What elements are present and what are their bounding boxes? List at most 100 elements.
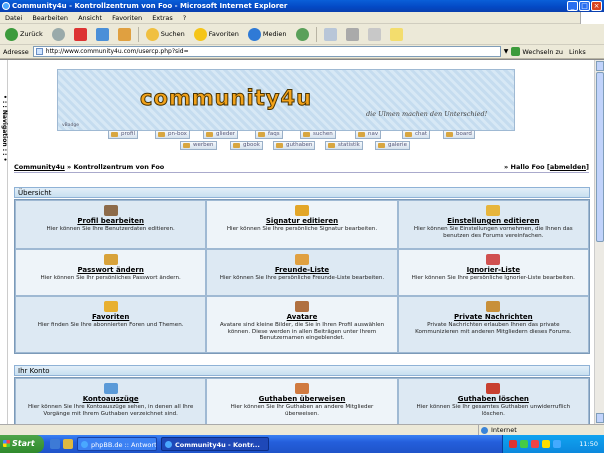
address-input[interactable]: http://www.community4u.com/usercp.php?si… (32, 46, 501, 57)
cell-title[interactable]: Kontoauszüge (16, 395, 205, 403)
go-button[interactable]: Wechseln zu (522, 48, 563, 56)
greeting-text: » Hallo Foo [ (504, 163, 550, 171)
history-button[interactable] (294, 26, 311, 43)
nav-chat-button[interactable]: chat (402, 130, 431, 139)
breadcrumb-separator: » (64, 163, 74, 171)
go-arrow-icon[interactable] (511, 47, 521, 56)
cell-signature[interactable]: Signatur editieren Hier können Sie Ihre … (206, 200, 398, 249)
breadcrumb-site-link[interactable]: Community4u (14, 163, 65, 171)
scroll-thumb[interactable] (596, 72, 604, 242)
cell-settings[interactable]: Einstellungen editieren Hier können Sie … (397, 200, 589, 249)
minimize-button[interactable]: _ (567, 1, 578, 11)
links-button[interactable]: Links (569, 48, 586, 56)
cell-desc: Private Nachrichten erlauben Ihnen das p… (415, 322, 572, 335)
quicklaunch-ie-icon[interactable] (50, 439, 60, 449)
nav-galerie-button[interactable]: galerie (375, 141, 410, 150)
maximize-button[interactable]: □ (579, 1, 590, 11)
tray-icon[interactable] (531, 440, 539, 448)
nav-profil-button[interactable]: profil (108, 130, 138, 139)
forward-button[interactable] (50, 26, 67, 43)
cell-password[interactable]: Passwort ändern Hier können Sie Ihr pers… (15, 249, 207, 296)
menu-datei[interactable]: Datei (5, 12, 22, 23)
refresh-button[interactable] (94, 26, 111, 43)
address-dropdown-icon[interactable]: ▼ (504, 48, 509, 55)
scroll-down-button[interactable] (596, 413, 604, 423)
cell-title[interactable]: Avatare (207, 313, 396, 321)
menu-help[interactable]: ? (183, 12, 186, 23)
cell-title[interactable]: Freunde-Liste (207, 266, 396, 274)
cell-title[interactable]: Signatur editieren (207, 217, 396, 225)
cell-delete-credit[interactable]: Guthaben löschen Hier können Sie Ihr ges… (397, 378, 589, 425)
ie-icon (2, 2, 10, 10)
start-label: Start (12, 439, 35, 448)
close-button[interactable]: × (591, 1, 602, 11)
media-button[interactable]: Medien (246, 26, 289, 43)
menu-favoriten[interactable]: Favoriten (112, 12, 142, 23)
logout-link[interactable]: abmelden (550, 163, 586, 171)
menu-bearbeiten[interactable]: Bearbeiten (32, 12, 68, 23)
back-button[interactable]: Zurück (3, 26, 45, 43)
back-arrow-icon (5, 27, 18, 41)
tray-icon[interactable] (509, 440, 517, 448)
back-label: Zurück (20, 30, 43, 38)
cell-title[interactable]: Favoriten (16, 313, 205, 321)
print-button[interactable] (344, 26, 361, 43)
address-label: Adresse (3, 47, 29, 56)
cell-friends[interactable]: Freunde-Liste Hier können Sie Ihre persö… (206, 249, 398, 296)
search-button[interactable]: Suchen (144, 26, 187, 43)
section-account-header: Ihr Konto (14, 365, 590, 376)
cell-title[interactable]: Einstellungen editieren (399, 217, 588, 225)
nav-guthaben-button[interactable]: guthaben (273, 141, 316, 150)
taskbar-item-phpbb[interactable]: phpBB.de :: Antwort sch... (77, 437, 157, 451)
cell-transfer[interactable]: Guthaben überweisen Hier können Sie Ihr … (206, 378, 398, 425)
nav-suchen-button[interactable]: suchen (300, 130, 336, 139)
side-navigation-text: • : : Navigation : : • (1, 95, 8, 162)
start-button[interactable]: Start (0, 435, 44, 453)
nav-werben-button[interactable]: werben (180, 141, 217, 150)
nav-glieder-button[interactable]: glieder (203, 130, 239, 139)
side-navigation-strip[interactable]: • : : Navigation : : • (0, 60, 8, 424)
mail-button[interactable] (322, 26, 339, 43)
cell-title[interactable]: Passwort ändern (16, 266, 205, 274)
banner-version-text: vBadge (62, 123, 79, 128)
nav-gbook-button[interactable]: gbook (230, 141, 263, 150)
greeting-suffix: ] (586, 163, 589, 171)
scroll-up-button[interactable] (596, 61, 604, 71)
vertical-scrollbar[interactable] (594, 60, 604, 424)
friends-icon (294, 254, 309, 265)
cell-profile[interactable]: Profil bearbeiten Hier können Sie Ihre B… (15, 200, 207, 249)
edit-button[interactable] (366, 26, 383, 43)
cell-favorites[interactable]: Favoriten Hier finden Sie Ihre abonniert… (15, 296, 207, 353)
tray-icon[interactable] (542, 440, 550, 448)
key-icon (103, 254, 118, 265)
nav-statistik-button[interactable]: statistik (325, 141, 363, 150)
cell-avatars[interactable]: Avatare Avatare sind kleine Bilder, die … (206, 296, 398, 353)
taskbar-item-community4u[interactable]: Community4u - Kontr... (161, 437, 269, 451)
menu-extras[interactable]: Extras (152, 12, 173, 23)
nav-faqs-button[interactable]: faqs (255, 130, 283, 139)
quicklaunch-desktop-icon[interactable] (63, 439, 73, 449)
cell-title[interactable]: Guthaben löschen (399, 395, 588, 403)
cell-statements[interactable]: Kontoauszüge Hier können Sie Ihre Kontoa… (15, 378, 207, 425)
cell-ignore[interactable]: Ignorier-Liste Hier können Sie Ihre pers… (397, 249, 589, 296)
nav-nav-button[interactable]: nav (355, 130, 382, 139)
tray-icon[interactable] (553, 440, 561, 448)
nav-pnbox-button[interactable]: pn-box (155, 130, 190, 139)
search-label: Suchen (160, 30, 185, 38)
cell-title[interactable]: Ignorier-Liste (399, 266, 588, 274)
task-label: phpBB.de :: Antwort sch... (91, 441, 157, 449)
menu-ansicht[interactable]: Ansicht (78, 12, 102, 23)
cell-title[interactable]: Profil bearbeiten (16, 217, 205, 225)
cell-title[interactable]: Private Nachrichten (399, 313, 588, 321)
media-label: Medien (262, 30, 287, 38)
messenger-button[interactable] (388, 26, 405, 43)
nav-board-button[interactable]: board (443, 130, 475, 139)
cell-private-messages[interactable]: Private Nachrichten Private Nachrichten … (397, 296, 589, 353)
home-icon (117, 27, 131, 41)
site-logo[interactable]: community4u (140, 87, 440, 110)
stop-button[interactable] (72, 26, 89, 43)
home-button[interactable] (116, 26, 133, 43)
favorites-button[interactable]: Favoriten (192, 26, 241, 43)
cell-title[interactable]: Guthaben überweisen (207, 395, 396, 403)
tray-icon[interactable] (520, 440, 528, 448)
